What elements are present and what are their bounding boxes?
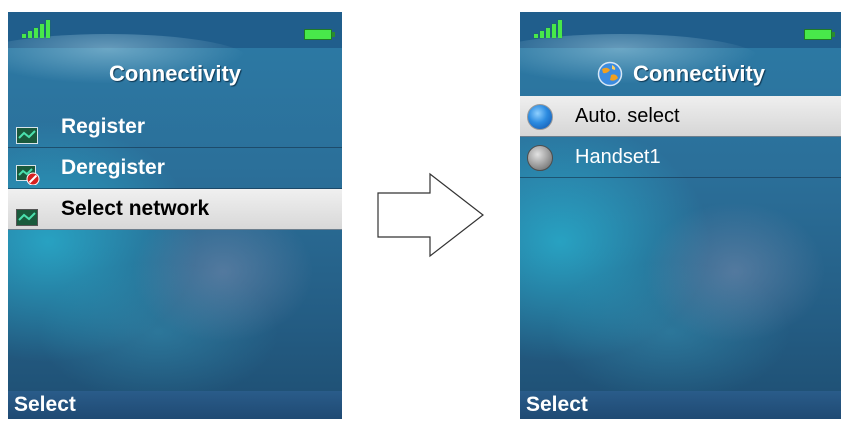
softkey-select[interactable]: Select <box>520 391 841 419</box>
status-bar <box>520 12 841 84</box>
screen-title: Connectivity <box>632 61 766 86</box>
screen-title-bar: Connectivity <box>520 56 841 92</box>
connectivity-globe-icon <box>597 61 623 87</box>
battery-icon <box>304 29 335 40</box>
menu-item-select-network[interactable]: Select network <box>8 189 342 230</box>
menu-item-register[interactable]: Register <box>8 107 342 148</box>
battery-icon <box>804 29 835 40</box>
network-icon <box>16 118 38 144</box>
network-icon <box>16 200 38 226</box>
screen-title: Connectivity <box>108 61 242 86</box>
option-auto-select[interactable]: Auto. select <box>520 96 841 137</box>
option-label: Auto. select <box>575 105 680 127</box>
signal-strength-icon <box>534 20 564 38</box>
phone-screen-connectivity-menu: Connectivity Register Deregister Select … <box>8 12 342 419</box>
option-label: Handset1 <box>575 146 661 168</box>
menu-item-label: Register <box>61 115 146 138</box>
phone-screen-select-network: Connectivity Auto. select Handset1 Selec… <box>520 12 841 419</box>
option-handset1[interactable]: Handset1 <box>520 137 841 178</box>
radio-unselected-icon[interactable] <box>527 145 553 171</box>
right-arrow-icon <box>377 172 484 258</box>
menu-item-deregister[interactable]: Deregister <box>8 148 342 189</box>
radio-selected-icon[interactable] <box>527 104 553 130</box>
softkey-select[interactable]: Select <box>8 391 342 419</box>
menu-item-label: Deregister <box>61 156 165 179</box>
status-bar <box>8 12 342 84</box>
network-deregister-icon <box>16 159 40 186</box>
signal-strength-icon <box>22 20 52 38</box>
menu-item-label: Select network <box>61 197 210 220</box>
